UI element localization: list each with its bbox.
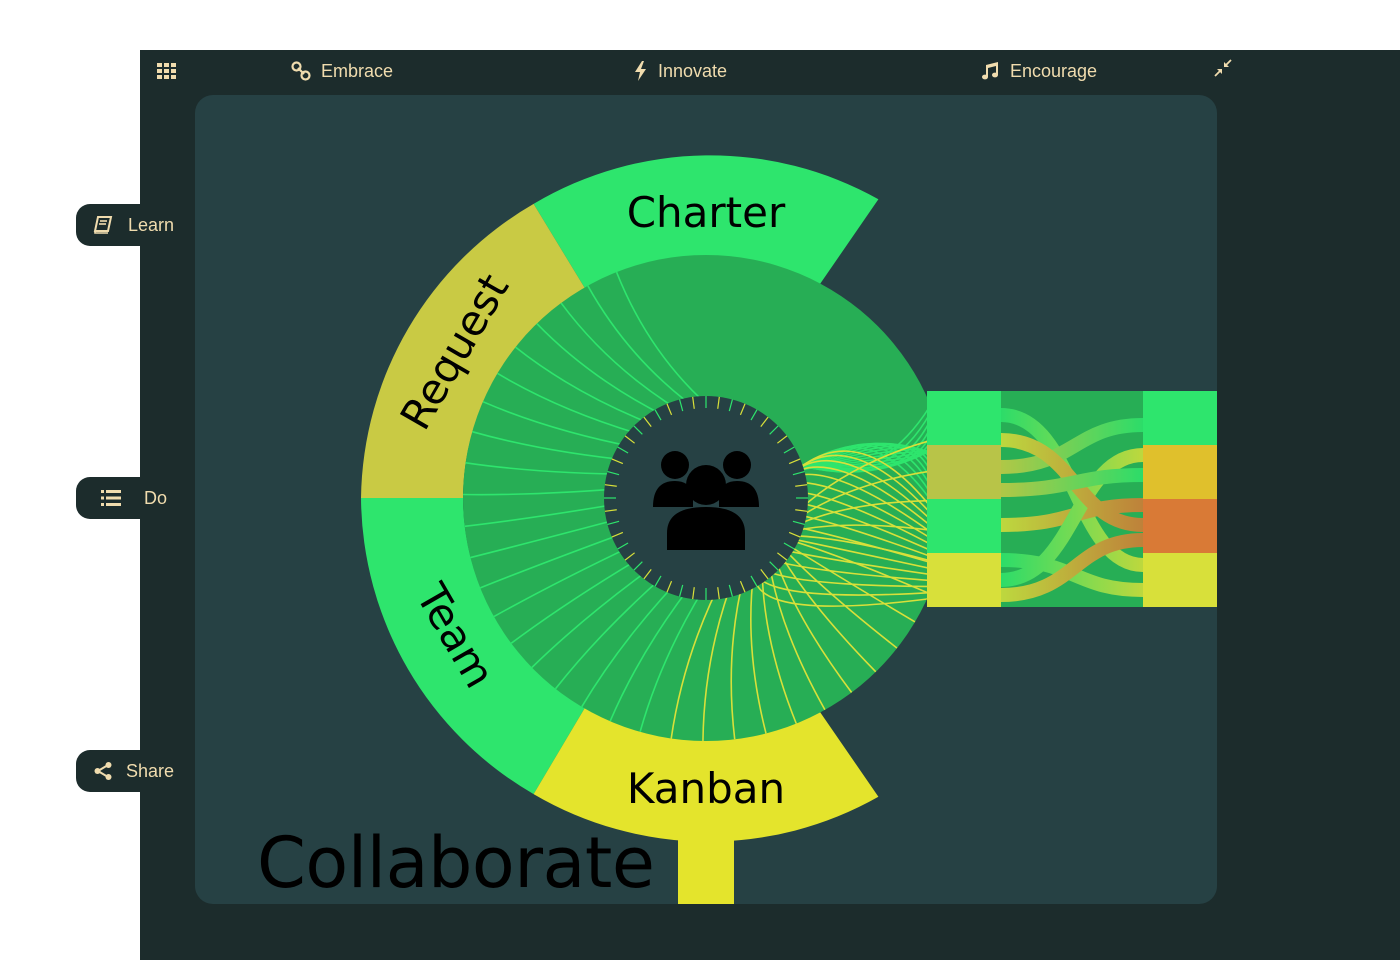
top-nav: Embrace Innovate Encourage: [140, 50, 1400, 92]
content-panel: Charter Kanban Request Team: [195, 95, 1217, 904]
alluvial-flow: [927, 391, 1217, 607]
grid-menu-button[interactable]: [157, 60, 187, 82]
compress-icon: [1214, 59, 1232, 77]
music-note-icon: [982, 62, 998, 80]
share-icon: [92, 760, 114, 782]
segment-label-kanban: Kanban: [627, 764, 785, 813]
side-tab-learn-label: Learn: [128, 214, 175, 235]
compress-button[interactable]: [1214, 57, 1242, 79]
nav-innovate[interactable]: Innovate: [634, 60, 727, 82]
nav-embrace[interactable]: Embrace: [291, 60, 393, 82]
side-tab-share[interactable]: Share: [76, 750, 195, 792]
side-tab-do[interactable]: Do: [76, 477, 195, 519]
nav-embrace-label: Embrace: [321, 60, 394, 81]
side-tab-do-label: Do: [144, 487, 168, 508]
kanban-stem: [678, 835, 734, 904]
nav-encourage-label: Encourage: [1010, 60, 1098, 81]
link-icon: [291, 61, 311, 81]
alluvial-col-right-1: [1143, 391, 1217, 445]
segment-label-charter: Charter: [627, 188, 786, 237]
list-icon: [100, 487, 122, 509]
alluvial-col-right-2: [1143, 445, 1217, 499]
alluvial-col-right-4: [1143, 553, 1217, 607]
users-icon: [653, 451, 759, 550]
nav-innovate-label: Innovate: [658, 60, 728, 81]
grid-icon: [157, 63, 176, 79]
bolt-icon: [635, 61, 646, 81]
page-title: Collaborate: [257, 822, 655, 904]
side-tab-learn[interactable]: Learn: [76, 204, 195, 246]
alluvial-col-right-3: [1143, 499, 1217, 553]
nav-encourage[interactable]: Encourage: [980, 60, 1097, 82]
book-icon: [92, 214, 114, 236]
collaborate-diagram: Charter Kanban Request Team: [361, 155, 1217, 904]
side-tab-share-label: Share: [126, 760, 175, 781]
